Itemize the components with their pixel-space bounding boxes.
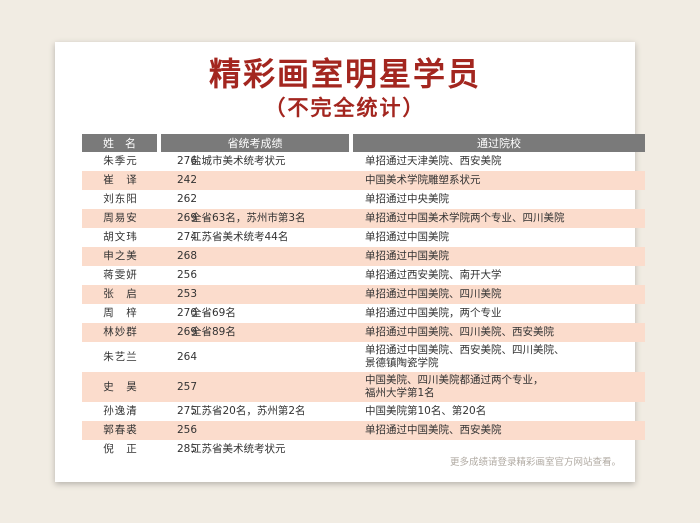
exam-score: 285 xyxy=(177,443,198,455)
exam-score: 268 xyxy=(159,247,197,266)
school-result: 单招通过中国美院，两个专业 xyxy=(351,304,645,323)
student-name: 朱艺兰 xyxy=(103,350,138,363)
student-name: 周 梓 xyxy=(103,307,138,319)
student-name: 胡文玮 xyxy=(103,231,138,243)
student-name: 林妙群 xyxy=(82,323,159,342)
page-title: 精彩画室明星学员 xyxy=(208,55,481,93)
student-name: 孙逸清 xyxy=(103,405,138,417)
exam-note xyxy=(191,342,351,372)
exam-note xyxy=(191,247,351,266)
table-row: 林妙群 269 全省89名 单招通过中国美院、四川美院、西安美院 xyxy=(82,323,645,342)
table-row: 刘东阳 262 单招通过中央美院 xyxy=(82,190,645,209)
exam-score: 274 xyxy=(177,231,198,243)
exam-note: 全省63名，苏州市第3名 xyxy=(191,209,351,228)
exam-note: 江苏省20名，苏州第2名 xyxy=(191,405,306,417)
table-header-row: 姓 名 省统考成绩 通过院校 xyxy=(82,134,645,152)
exam-score: 264 xyxy=(177,350,198,363)
school-result: 单招通过中国美院、西安美院 xyxy=(351,421,645,440)
exam-note: 盐城市美术统考状元 xyxy=(191,155,286,167)
table-row: 周 梓 270 全省69名 单招通过中国美院，两个专业 xyxy=(82,304,645,323)
table-row: 申之美 268 单招通过中国美院 xyxy=(82,247,645,266)
table-row: 朱季元 276 盐城市美术统考状元 单招通过天津美院、西安美院 xyxy=(82,152,645,171)
school-line: 单招通过西安美院、南开大学 xyxy=(365,269,502,281)
table-row: 孙逸清 275 江苏省20名，苏州第2名 中国美院第10名、第20名 xyxy=(82,402,645,421)
student-name: 朱季元 xyxy=(103,155,138,167)
student-name: 周易安 xyxy=(82,209,159,228)
footer-note: 更多成绩请登录精彩画室官方网站查看。 xyxy=(449,457,621,468)
school-line-2: 景德镇陶瓷学院 xyxy=(365,357,439,369)
school-result: 单招通过中国美院 xyxy=(351,228,645,247)
school-line: 单招通过天津美院、西安美院 xyxy=(365,155,502,167)
school-result: 单招通过中国美院、西安美院、四川美院、 景德镇陶瓷学院 xyxy=(351,342,645,372)
student-name: 史 昊 xyxy=(82,372,159,402)
exam-note xyxy=(191,266,351,285)
exam-score: 257 xyxy=(159,372,197,402)
school-line-2: 福州大学第1名 xyxy=(365,387,435,399)
school-line: 中国美术学院雕塑系状元 xyxy=(365,174,481,186)
exam-score: 270 xyxy=(177,307,198,319)
table-row: 蒋雯妍 256 单招通过西安美院、南开大学 xyxy=(82,266,645,285)
table-row: 周易安 269 全省63名，苏州市第3名 单招通过中国美术学院两个专业、四川美院 xyxy=(82,209,645,228)
exam-note xyxy=(191,171,351,190)
exam-note xyxy=(191,285,351,304)
exam-score: 262 xyxy=(177,193,198,205)
school-line: 单招通过中国美院 xyxy=(365,250,449,262)
school-line: 单招通过中国美院、西安美院 xyxy=(365,424,502,436)
exam-note: 江苏省美术统考状元 xyxy=(191,443,286,455)
exam-note xyxy=(191,372,351,402)
school-line: 单招通过中国美院、四川美院、西安美院 xyxy=(365,326,554,338)
exam-score: 269 xyxy=(159,323,197,342)
school-result: 单招通过中国美院、四川美院 xyxy=(351,285,645,304)
student-name: 刘东阳 xyxy=(103,193,138,205)
exam-score: 253 xyxy=(159,285,197,304)
school-line: 单招通过中国美院、四川美院 xyxy=(365,288,502,300)
school-result: 单招通过天津美院、西安美院 xyxy=(351,152,645,171)
exam-note xyxy=(191,421,351,440)
student-name: 郭春裘 xyxy=(82,421,159,440)
table-row: 崔 译 242 中国美术学院雕塑系状元 xyxy=(82,171,645,190)
exam-note: 全省89名 xyxy=(191,323,351,342)
school-result: 单招通过中国美院 xyxy=(351,247,645,266)
student-name: 崔 译 xyxy=(82,171,159,190)
exam-score: 256 xyxy=(159,421,197,440)
exam-score: 242 xyxy=(159,171,197,190)
exam-score: 275 xyxy=(177,405,198,417)
exam-note: 江苏省美术统考44名 xyxy=(191,231,289,243)
student-name: 倪 正 xyxy=(103,443,138,455)
exam-note: 全省69名 xyxy=(191,307,236,319)
school-line: 单招通过中央美院 xyxy=(365,193,449,205)
table-row: 郭春裘 256 单招通过中国美院、西安美院 xyxy=(82,421,645,440)
students-table: 姓 名 省统考成绩 通过院校 朱季元 276 盐城市美术统考状元 单招通过天津美院、西… xyxy=(82,134,645,459)
school-result: 中国美院第10名、第20名 xyxy=(351,402,645,421)
student-name: 蒋雯妍 xyxy=(103,269,138,281)
school-line: 中国美院第10名、第20名 xyxy=(365,405,487,417)
school-line: 单招通过中国美术学院两个专业、四川美院 xyxy=(365,212,565,224)
header-exam: 省统考成绩 xyxy=(159,134,353,152)
page-subtitle: （不完全统计） xyxy=(264,95,426,120)
header-name: 姓 名 xyxy=(82,134,161,152)
school-line: 单招通过中国美院 xyxy=(365,231,449,243)
exam-score: 276 xyxy=(177,155,198,167)
school-result: 单招通过中国美院、四川美院、西安美院 xyxy=(351,323,645,342)
table-body: 朱季元 276 盐城市美术统考状元 单招通过天津美院、西安美院崔 译 242 中国美术学院… xyxy=(82,152,645,459)
student-name: 张 启 xyxy=(82,285,159,304)
school-line: 单招通过中国美院、西安美院、四川美院、 xyxy=(365,344,565,356)
table-row: 张 启 253 单招通过中国美院、四川美院 xyxy=(82,285,645,304)
exam-score: 269 xyxy=(159,209,197,228)
school-line: 中国美院、四川美院都通过两个专业， xyxy=(365,374,544,386)
exam-score: 256 xyxy=(177,269,198,281)
school-result: 中国美术学院雕塑系状元 xyxy=(351,171,645,190)
school-result: 单招通过中国美术学院两个专业、四川美院 xyxy=(351,209,645,228)
school-result: 中国美院、四川美院都通过两个专业， 福州大学第1名 xyxy=(351,372,645,402)
student-card: 精彩画室明星学员 （不完全统计） 姓 名 省统考成绩 通过院校 朱季元 276 盐城… xyxy=(55,42,645,482)
table-row: 史 昊 257 中国美院、四川美院都通过两个专业， 福州大学第1名 xyxy=(82,372,645,402)
exam-note xyxy=(191,190,351,209)
student-name: 申之美 xyxy=(82,247,159,266)
school-result: 单招通过西安美院、南开大学 xyxy=(351,266,645,285)
table-row: 朱艺兰 264 单招通过中国美院、西安美院、四川美院、 景德镇陶瓷学院 xyxy=(82,342,645,372)
header-school: 通过院校 xyxy=(351,134,645,152)
school-result: 单招通过中央美院 xyxy=(351,190,645,209)
table-row: 胡文玮 274 江苏省美术统考44名 单招通过中国美院 xyxy=(82,228,645,247)
school-line: 单招通过中国美院，两个专业 xyxy=(365,307,502,319)
